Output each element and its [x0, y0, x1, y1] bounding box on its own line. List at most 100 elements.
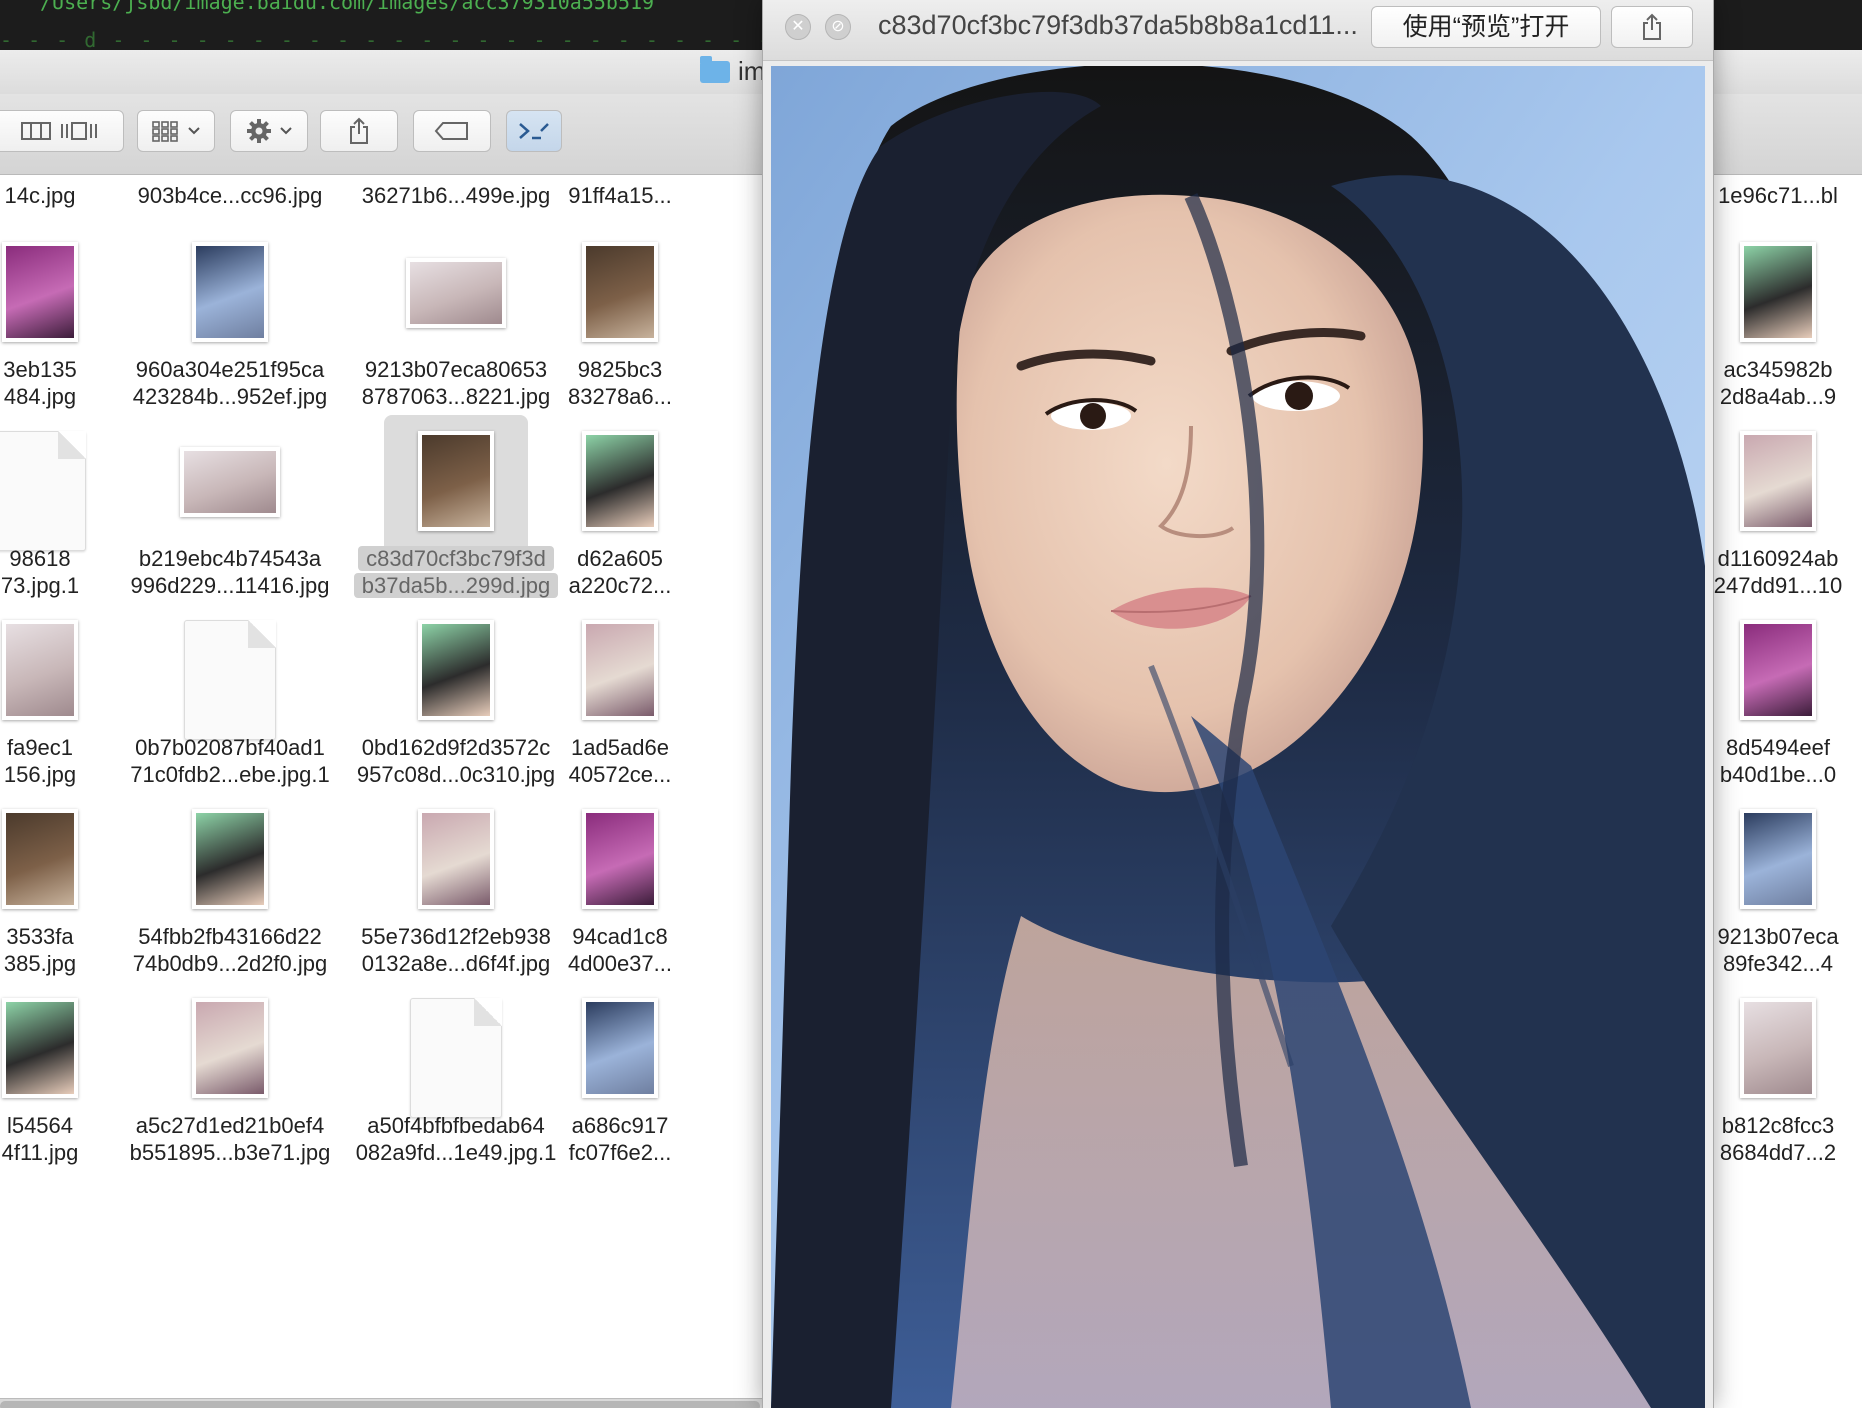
file-name-line: fa9ec1 [6, 735, 74, 760]
file-name: a5c27d1ed21b0ef4 b551895...b3e71.jpg [100, 1112, 360, 1166]
image-thumbnail [1740, 242, 1816, 342]
file-name: 94cad1c8 4d00e37... [490, 923, 750, 977]
document-icon [184, 620, 276, 740]
file-name-line: b551895...b3e71.jpg [129, 1140, 331, 1165]
file-name-line: 14c.jpg [4, 183, 76, 208]
image-thumbnail [2, 809, 78, 909]
share-icon [350, 117, 368, 144]
file-item[interactable]: a5c27d1ed21b0ef4 b551895...b3e71.jpg [100, 990, 360, 1214]
file-name-line: b219ebc4b74543a [138, 546, 322, 571]
action-button[interactable] [230, 110, 308, 152]
image-thumbnail [1740, 809, 1816, 909]
file-name: 9825bc3 83278a6... [490, 356, 750, 410]
chevron-down-icon [280, 127, 292, 135]
image-thumbnail [418, 431, 494, 531]
file-item[interactable]: a686c917 fc07f6e2... [490, 990, 750, 1214]
file-name: 1ad5ad6e 40572ce... [490, 734, 750, 788]
arrange-grid-icon [152, 121, 178, 142]
image-thumbnail [2, 620, 78, 720]
image-thumbnail [2, 242, 78, 342]
file-name: d62a605 a220c72... [490, 545, 750, 599]
file-name-line: 960a304e251f95ca [135, 357, 325, 382]
columns-view-icon[interactable] [19, 120, 53, 142]
file-name-line: b40d1be...0 [1719, 762, 1837, 787]
file-name-line: 385.jpg [3, 951, 77, 976]
file-name-line: 1e96c71...bl [1718, 183, 1838, 208]
share-button[interactable] [320, 110, 398, 152]
fullscreen-icon[interactable]: ⊘ [825, 14, 851, 40]
close-icon[interactable]: ✕ [785, 14, 811, 40]
file-name-line: b812c8fcc3 [1721, 1113, 1835, 1138]
image-thumbnail [582, 809, 658, 909]
file-name-line: 3533fa [6, 924, 74, 949]
file-name-line: 2d8a4ab...9 [1719, 384, 1837, 409]
quicklook-share-button[interactable] [1611, 6, 1693, 48]
image-thumbnail [418, 620, 494, 720]
image-thumbnail [192, 242, 268, 342]
file-name-line: a686c917 [571, 1113, 669, 1138]
document-icon [0, 431, 86, 551]
file-name-line: 4d00e37... [568, 951, 672, 976]
image-thumbnail [582, 431, 658, 531]
file-name-line: a220c72... [568, 573, 672, 598]
file-name-line: 484.jpg [3, 384, 77, 409]
file-name: 960a304e251f95ca 423284b...952ef.jpg [100, 356, 360, 410]
open-with-preview-button[interactable]: 使用“预览”打开 [1371, 6, 1601, 48]
view-mode-buttons[interactable] [0, 110, 124, 152]
image-thumbnail [582, 242, 658, 342]
gear-icon [247, 119, 271, 143]
file-name-line: 156.jpg [3, 762, 77, 787]
file-name-line: 1ad5ad6e [571, 735, 669, 760]
file-name-line: 996d229...11416.jpg [130, 573, 330, 598]
file-name: 903b4ce...cc96.jpg [100, 182, 360, 209]
file-name: a686c917 fc07f6e2... [490, 1112, 750, 1166]
arrange-button[interactable] [137, 110, 215, 152]
image-thumbnail [192, 809, 268, 909]
file-name-line: l54564 [6, 1113, 74, 1138]
file-name-line: ac345982b [1723, 357, 1833, 382]
file-name-line: 94cad1c8 [572, 924, 668, 949]
image-thumbnail [192, 998, 268, 1098]
file-name-line: 4f11.jpg [1, 1140, 79, 1165]
coverflow-view-icon[interactable] [59, 120, 99, 142]
image-thumbnail [1740, 620, 1816, 720]
file-name-line: 73.jpg.1 [0, 573, 80, 598]
file-name-line: 3eb135 [3, 357, 77, 382]
file-name: 0b7b02087bf40ad1 71c0fdb2...ebe.jpg.1 [100, 734, 360, 788]
file-name-line: 40572ce... [568, 762, 672, 787]
chevron-down-icon [188, 127, 200, 135]
file-name-line: 83278a6... [568, 384, 672, 409]
tag-icon [434, 122, 468, 140]
file-name-line: 0b7b02087bf40ad1 [135, 735, 325, 760]
file-name-line: a5c27d1ed21b0ef4 [135, 1113, 325, 1138]
image-thumbnail [180, 447, 280, 517]
file-name-line: 9825bc3 [577, 357, 663, 382]
file-name-line: 8d5494eef [1726, 735, 1830, 760]
terminal-icon [519, 123, 549, 140]
file-name-line: 71c0fdb2...ebe.jpg.1 [130, 762, 330, 787]
file-name: 54fbb2fb43166d22 74b0db9...2d2f0.jpg [100, 923, 360, 977]
quicklook-title: c83d70cf3bc79f3db37da5b8b8a1cd11... [878, 10, 1358, 40]
horizontal-scrollbar[interactable] [0, 1398, 770, 1408]
image-thumbnail [1740, 431, 1816, 531]
finder-title: im [700, 55, 765, 87]
image-thumbnail [1740, 998, 1816, 1098]
file-name-line: 91ff4a15... [568, 183, 672, 208]
file-name: b219ebc4b74543a 996d229...11416.jpg [100, 545, 360, 599]
quicklook-window: ✕ ⊘ c83d70cf3bc79f3db37da5b8b8a1cd11... … [762, 0, 1714, 1408]
file-name-line: d1160924ab [1717, 546, 1839, 571]
terminal-path-text: /Users/jsbd/image.baidu.com/images/acc37… [40, 0, 655, 14]
file-name-line: fc07f6e2... [568, 1140, 672, 1165]
file-name-line: 89fe342...4 [1722, 951, 1834, 976]
image-thumbnail [582, 998, 658, 1098]
scrollbar-knob[interactable] [0, 1401, 760, 1408]
terminal-button[interactable] [506, 110, 562, 152]
file-name-line: 98618 [9, 546, 71, 571]
folder-icon [700, 55, 730, 83]
file-name-line: 9213b07eca [1717, 924, 1839, 949]
file-name-line: 54fbb2fb43166d22 [138, 924, 322, 949]
file-name-line: d62a605 [577, 546, 663, 571]
file-name-line: 423284b...952ef.jpg [132, 384, 328, 409]
tags-button[interactable] [413, 110, 491, 152]
file-name-line: 74b0db9...2d2f0.jpg [132, 951, 328, 976]
